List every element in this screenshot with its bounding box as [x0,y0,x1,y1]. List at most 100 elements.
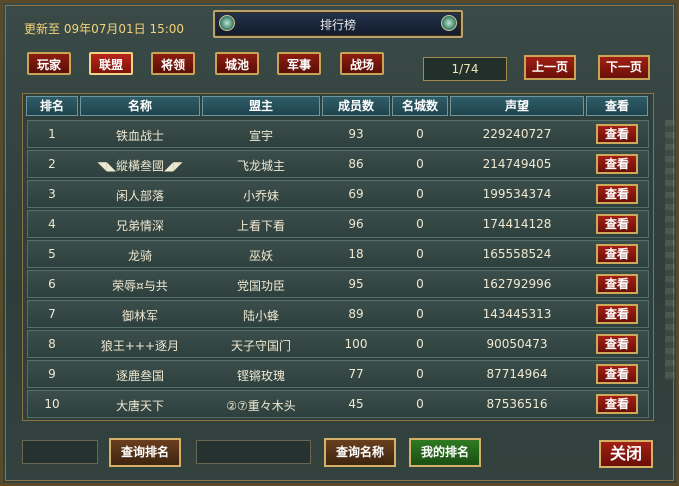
column-header-name: 名称 [80,96,200,116]
tab-battlefield[interactable]: 战场 [340,52,384,75]
view-button[interactable]: 查看 [596,124,638,144]
rank-cell: 1 [48,127,56,141]
members-cell: 45 [348,397,364,411]
tab-player[interactable]: 玩家 [27,52,71,75]
table-row: 1 铁血战士 宣宇 93 0 229240727 查看 [23,119,653,149]
leader-cell: ②⑦重々木头 [226,399,296,413]
view-button[interactable]: 查看 [596,214,638,234]
tab-general[interactable]: 将领 [151,52,195,75]
leader-cell: 铿锵玫瑰 [236,369,285,383]
name-cell: 闲人部落 [115,189,164,203]
column-header-leader: 盟主 [202,96,320,116]
members-cell: 89 [348,307,364,321]
leader-cell: 小乔妹 [242,189,279,203]
prestige-cell: 214749405 [482,157,552,171]
prestige-cell: 199534374 [482,187,552,201]
cities-cell: 0 [416,337,424,351]
query-name-button[interactable]: 查询名称 [324,438,396,467]
view-button[interactable]: 查看 [596,334,638,354]
prestige-cell: 87714964 [486,367,548,381]
rank-cell: 7 [48,307,56,321]
page-title: 排行榜 [319,18,356,32]
close-button[interactable]: 关闭 [599,440,653,468]
cities-cell: 0 [416,307,424,321]
ranking-table: 排名 名称 盟主 成员数 名城数 声望 查看 1 铁血战士 宣宇 93 0 22… [22,93,654,421]
name-cell: 逐鹿叁国 [115,369,164,383]
cities-cell: 0 [416,397,424,411]
name-query-input[interactable] [196,440,311,464]
leader-cell: 宣宇 [248,129,273,143]
cities-cell: 0 [416,367,424,381]
members-cell: 69 [348,187,364,201]
update-time: 更新至 09年07月01日 15:00 [24,22,185,36]
leader-cell: 巫妖 [248,249,273,263]
members-cell: 96 [348,217,364,231]
leader-cell: 党国功臣 [236,279,285,293]
rank-cell: 9 [48,367,56,381]
column-header-view: 查看 [586,96,648,116]
rank-cell: 2 [48,157,56,171]
view-button[interactable]: 查看 [596,274,638,294]
cities-cell: 0 [416,277,424,291]
table-header: 排名 名称 盟主 成员数 名城数 声望 查看 [23,94,653,116]
rank-cell: 4 [48,217,56,231]
table-row: 5 龙骑 巫妖 18 0 165558524 查看 [23,239,653,269]
prestige-cell: 143445313 [482,307,552,321]
column-header-rank: 排名 [26,96,78,116]
cities-cell: 0 [416,247,424,261]
view-button[interactable]: 查看 [596,184,638,204]
view-button[interactable]: 查看 [596,244,638,264]
cities-cell: 0 [416,187,424,201]
ornament-icon [441,15,457,31]
column-header-cities: 名城数 [392,96,448,116]
members-cell: 18 [348,247,364,261]
tab-city[interactable]: 城池 [215,52,259,75]
next-page-button[interactable]: 下一页 [598,55,650,80]
table-row: 10 大唐天下 ②⑦重々木头 45 0 87536516 查看 [23,389,653,419]
title-bar: 排行榜 [213,10,463,38]
rank-cell: 3 [48,187,56,201]
cities-cell: 0 [416,217,424,231]
name-cell: ◥◣縱橫叁國◢◤ [97,159,183,173]
name-cell: 大唐天下 [115,399,164,413]
members-cell: 95 [348,277,364,291]
cities-cell: 0 [416,157,424,171]
view-button[interactable]: 查看 [596,154,638,174]
table-row: 2 ◥◣縱橫叁國◢◤ 飞龙城主 86 0 214749405 查看 [23,149,653,179]
name-cell: 荣辱¤与共 [112,279,168,293]
rank-query-input[interactable] [22,440,98,464]
view-button[interactable]: 查看 [596,394,638,414]
members-cell: 77 [348,367,364,381]
view-button[interactable]: 查看 [596,364,638,384]
leader-cell: 飞龙城主 [236,159,285,173]
name-cell: 兄弟情深 [115,219,164,233]
table-row: 6 荣辱¤与共 党国功臣 95 0 162792996 查看 [23,269,653,299]
view-button[interactable]: 查看 [596,304,638,324]
table-row: 4 兄弟情深 上看下看 96 0 174414128 查看 [23,209,653,239]
name-cell: 狼王+++逐月 [100,339,180,353]
rank-cell: 5 [48,247,56,261]
members-cell: 86 [348,157,364,171]
name-cell: 御林军 [121,309,158,323]
my-rank-button[interactable]: 我的排名 [409,438,481,467]
prestige-cell: 162792996 [482,277,552,291]
members-cell: 93 [348,127,364,141]
leader-cell: 上看下看 [236,219,285,233]
leader-cell: 陆小蜂 [242,309,279,323]
prestige-cell: 229240727 [482,127,552,141]
members-cell: 100 [344,337,368,351]
tab-alliance[interactable]: 联盟 [89,52,133,75]
decorative-edge [665,120,675,380]
prev-page-button[interactable]: 上一页 [524,55,576,80]
column-header-members: 成员数 [322,96,390,116]
prestige-cell: 165558524 [482,247,552,261]
prestige-cell: 90050473 [486,337,548,351]
leader-cell: 天子守国门 [230,339,291,353]
column-header-prestige: 声望 [450,96,584,116]
query-rank-button[interactable]: 查询排名 [109,438,181,467]
table-row: 3 闲人部落 小乔妹 69 0 199534374 查看 [23,179,653,209]
rank-cell: 8 [48,337,56,351]
tab-military[interactable]: 军事 [277,52,321,75]
name-cell: 龙骑 [127,249,152,263]
rank-cell: 6 [48,277,56,291]
